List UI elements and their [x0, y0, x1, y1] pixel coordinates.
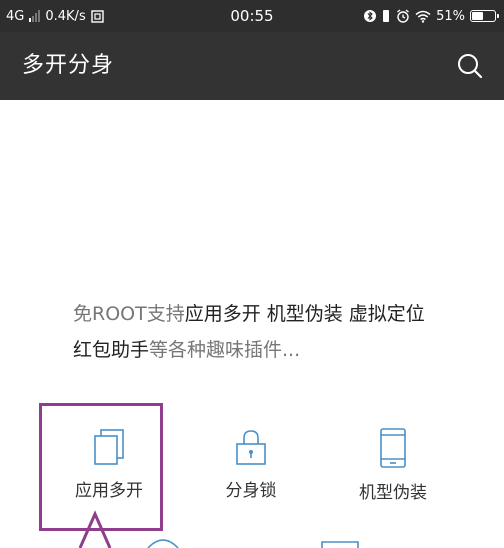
feature-description: 免ROOT支持应用多开 机型伪装 虚拟定位 红包助手等各种趣味插件...: [73, 296, 433, 368]
vibrate-icon: [383, 10, 390, 22]
phone-icon: [380, 428, 406, 468]
app-title: 多开分身: [22, 53, 115, 78]
status-bar: 4G 0.4K/s 00:55 51%: [0, 0, 504, 32]
search-icon: [458, 54, 483, 79]
lock-icon: [236, 430, 266, 465]
wifi-icon: [415, 10, 431, 23]
feature-device-spoof[interactable]: 机型伪装: [333, 428, 453, 503]
description-outro: 等各种趣味插件...: [149, 339, 301, 361]
partial-circle-icon: [147, 539, 179, 548]
battery-percent: 51%: [436, 8, 465, 24]
feature-label: 分身锁: [225, 481, 277, 501]
battery-icon: [470, 10, 499, 22]
status-right: 51%: [364, 0, 499, 32]
annotation-arrow-icon: [78, 510, 112, 548]
feature-label: 机型伪装: [359, 483, 427, 503]
description-intro: 免ROOT支持: [73, 303, 185, 325]
bluetooth-icon: [364, 10, 377, 22]
app-bar: 多开分身: [0, 32, 504, 100]
partial-envelope-icon: [321, 541, 359, 548]
search-button[interactable]: [456, 52, 484, 80]
feature-clone-lock[interactable]: 分身锁: [191, 428, 311, 501]
alarm-icon: [397, 9, 409, 23]
battery-fill: [472, 12, 483, 20]
